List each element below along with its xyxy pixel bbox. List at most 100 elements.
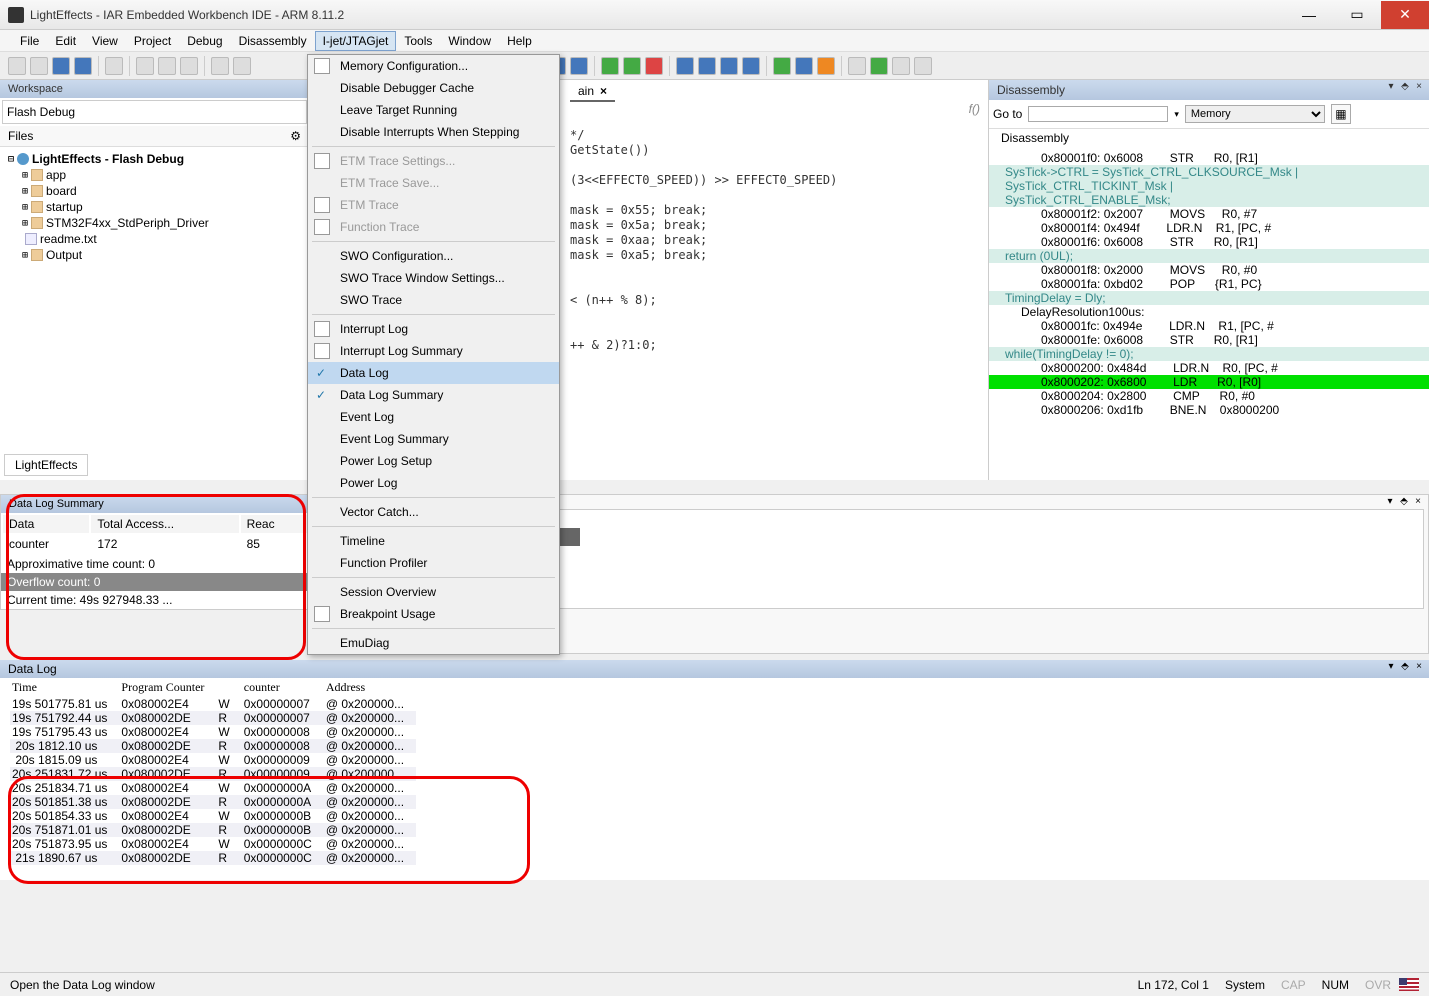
datalog-row[interactable]: 20s 751873.95 us0x080002E4W0x0000000C@ 0… — [10, 837, 416, 851]
menu-item-interrupt-log-summary[interactable]: Interrupt Log Summary — [308, 340, 559, 362]
gear-icon[interactable]: ⚙ — [290, 129, 301, 143]
toolbar-misc2-icon[interactable] — [914, 57, 932, 75]
toolbar-paste-icon[interactable] — [180, 57, 198, 75]
menu-edit[interactable]: Edit — [47, 31, 84, 51]
datalog-row[interactable]: 20s 751871.01 us0x080002DER0x0000000B@ 0… — [10, 823, 416, 837]
datalog-row[interactable]: 19s 751795.43 us0x080002E4W0x00000008@ 0… — [10, 725, 416, 739]
menu-item-event-log[interactable]: Event Log — [308, 406, 559, 428]
menu-item-event-log-summary[interactable]: Event Log Summary — [308, 428, 559, 450]
tree-item[interactable]: ⊞board — [4, 183, 305, 199]
menu-item-session-overview[interactable]: Session Overview — [308, 581, 559, 603]
menu-help[interactable]: Help — [499, 31, 540, 51]
disassembly-line[interactable]: 0x80001fa: 0xbd02 POP {R1, PC} — [989, 277, 1429, 291]
toolbar-cut-icon[interactable] — [136, 57, 154, 75]
toolbar-etm-icon[interactable] — [848, 57, 866, 75]
disassembly-line[interactable]: while(TimingDelay != 0); — [989, 347, 1429, 361]
toolbar-undo-icon[interactable] — [211, 57, 229, 75]
menu-item-etm-trace[interactable]: ETM Trace — [308, 194, 559, 216]
menu-view[interactable]: View — [84, 31, 126, 51]
disassembly-line[interactable]: 0x80001f6: 0x6008 STR R0, [R1] — [989, 235, 1429, 249]
close-button[interactable]: ✕ — [1381, 1, 1429, 29]
tree-item[interactable]: ⊟LightEffects - Flash Debug — [4, 151, 305, 167]
menu-item-data-log[interactable]: Data Log✓ — [308, 362, 559, 384]
disassembly-line[interactable]: 0x8000202: 0x6800 LDR R0, [R0] — [989, 375, 1429, 389]
menu-item-swo-trace[interactable]: SWO Trace — [308, 289, 559, 311]
toolbar-go-icon[interactable] — [601, 57, 619, 75]
menu-item-swo-configuration---[interactable]: SWO Configuration... — [308, 245, 559, 267]
menu-item-swo-trace-window-settings---[interactable]: SWO Trace Window Settings... — [308, 267, 559, 289]
pin-icon[interactable]: ⬘ — [1399, 82, 1411, 94]
toolbar-stop-icon[interactable] — [645, 57, 663, 75]
toolbar-copy-icon[interactable] — [158, 57, 176, 75]
disassembly-line[interactable]: 0x80001f8: 0x2000 MOVS R0, #0 — [989, 263, 1429, 277]
menu-debug[interactable]: Debug — [179, 31, 230, 51]
disassembly-line[interactable]: SysTick_CTRL_TICKINT_Msk | — [989, 179, 1429, 193]
menu-item-leave-target-running[interactable]: Leave Target Running — [308, 99, 559, 121]
disassembly-line[interactable]: 0x80001f0: 0x6008 STR R0, [R1] — [989, 151, 1429, 165]
disassembly-line[interactable]: 0x80001fc: 0x494e LDR.N R1, [PC, # — [989, 319, 1429, 333]
disassembly-line[interactable]: DelayResolution100us: — [989, 305, 1429, 319]
goto-input[interactable] — [1028, 106, 1168, 122]
tree-item[interactable]: ⊞STM32F4xx_StdPeriph_Driver — [4, 215, 305, 231]
close-panel-icon[interactable]: × — [1413, 662, 1425, 674]
toolbar-reset-icon[interactable] — [817, 57, 835, 75]
toolbar-save-icon[interactable] — [52, 57, 70, 75]
ijet-menu-popup[interactable]: Memory Configuration...Disable Debugger … — [307, 54, 560, 655]
disassembly-line[interactable]: SysTick->CTRL = SysTick_CTRL_CLKSOURCE_M… — [989, 165, 1429, 179]
tree-item[interactable]: readme.txt — [4, 231, 305, 247]
dropdown-icon[interactable]: ▾ — [1385, 82, 1397, 94]
disassembly-refresh-icon[interactable]: ▦ — [1331, 104, 1351, 124]
toolbar-new-icon[interactable] — [8, 57, 26, 75]
disassembly-line[interactable]: 0x8000206: 0xd1fb BNE.N 0x8000200 — [989, 403, 1429, 417]
disassembly-line[interactable]: 0x80001f2: 0x2007 MOVS R0, #7 — [989, 207, 1429, 221]
tree-item[interactable]: ⊞Output — [4, 247, 305, 263]
datalog-row[interactable]: 21s 1890.67 us0x080002DER0x0000000C@ 0x2… — [10, 851, 416, 865]
disassembly-line[interactable]: return (0UL); — [989, 249, 1429, 263]
menu-window[interactable]: Window — [440, 31, 499, 51]
memory-select[interactable]: Memory — [1185, 105, 1325, 123]
disassembly-body[interactable]: 0x80001f0: 0x6008 STR R0, [R1] SysTick->… — [989, 147, 1429, 480]
datalog-row[interactable]: 20s 251834.71 us0x080002E4W0x0000000A@ 0… — [10, 781, 416, 795]
menu-file[interactable]: File — [12, 31, 47, 51]
menu-item-etm-trace-save---[interactable]: ETM Trace Save... — [308, 172, 559, 194]
toolbar-pause-icon[interactable] — [795, 57, 813, 75]
menu-item-disable-interrupts-when-stepping[interactable]: Disable Interrupts When Stepping — [308, 121, 559, 143]
workspace-config-select[interactable]: Flash Debug — [2, 100, 307, 124]
datalog-table[interactable]: TimeProgram CountercounterAddress19s 501… — [10, 678, 416, 865]
menu-item-interrupt-log[interactable]: Interrupt Log — [308, 318, 559, 340]
menu-item-memory-configuration---[interactable]: Memory Configuration... — [308, 55, 559, 77]
close-panel-icon[interactable]: × — [1412, 497, 1424, 509]
menu-item-function-trace[interactable]: Function Trace — [308, 216, 559, 238]
disassembly-line[interactable]: SysTick_CTRL_ENABLE_Msk; — [989, 193, 1429, 207]
toolbar-swo-icon[interactable] — [870, 57, 888, 75]
datalog-row[interactable]: 20s 501854.33 us0x080002E4W0x0000000B@ 0… — [10, 809, 416, 823]
dropdown-icon[interactable]: ▾ — [1384, 497, 1396, 509]
menu-item-vector-catch---[interactable]: Vector Catch... — [308, 501, 559, 523]
disassembly-line[interactable]: TimingDelay = Dly; — [989, 291, 1429, 305]
workspace-tab[interactable]: LightEffects — [4, 454, 88, 476]
datalog-row[interactable]: 20s 1815.09 us0x080002E4W0x00000009@ 0x2… — [10, 753, 416, 767]
datalog-row[interactable]: 19s 501775.81 us0x080002E4W0x00000007@ 0… — [10, 697, 416, 711]
menu-ijetjtagjet[interactable]: I-jet/JTAGjet — [315, 31, 397, 51]
tree-item[interactable]: ⊞app — [4, 167, 305, 183]
menu-item-power-log[interactable]: Power Log — [308, 472, 559, 494]
pin-icon[interactable]: ⬘ — [1398, 497, 1410, 509]
menu-project[interactable]: Project — [126, 31, 179, 51]
maximize-button[interactable]: ▭ — [1333, 1, 1381, 29]
disassembly-line[interactable]: 0x8000204: 0x2800 CMP R0, #0 — [989, 389, 1429, 403]
disassembly-line[interactable]: 0x80001fe: 0x6008 STR R0, [R1] — [989, 333, 1429, 347]
editor-tab[interactable]: ain × — [570, 82, 615, 102]
toolbar-step-over-icon[interactable] — [676, 57, 694, 75]
tree-item[interactable]: ⊞startup — [4, 199, 305, 215]
menu-item-breakpoint-usage[interactable]: Breakpoint Usage — [308, 603, 559, 625]
datalog-row[interactable]: 20s 501851.38 us0x080002DER0x0000000A@ 0… — [10, 795, 416, 809]
menu-item-timeline[interactable]: Timeline — [308, 530, 559, 552]
toolbar-redo-icon[interactable] — [233, 57, 251, 75]
toolbar-step-out-icon[interactable] — [720, 57, 738, 75]
menu-item-power-log-setup[interactable]: Power Log Setup — [308, 450, 559, 472]
datalog-row[interactable]: 19s 751792.44 us0x080002DER0x00000007@ 0… — [10, 711, 416, 725]
datalog-row[interactable]: 20s 1812.10 us0x080002DER0x00000008@ 0x2… — [10, 739, 416, 753]
toolbar-open-icon[interactable] — [30, 57, 48, 75]
disassembly-line[interactable]: 0x80001f4: 0x494f LDR.N R1, [PC, # — [989, 221, 1429, 235]
menu-item-emudiag[interactable]: EmuDiag — [308, 632, 559, 654]
